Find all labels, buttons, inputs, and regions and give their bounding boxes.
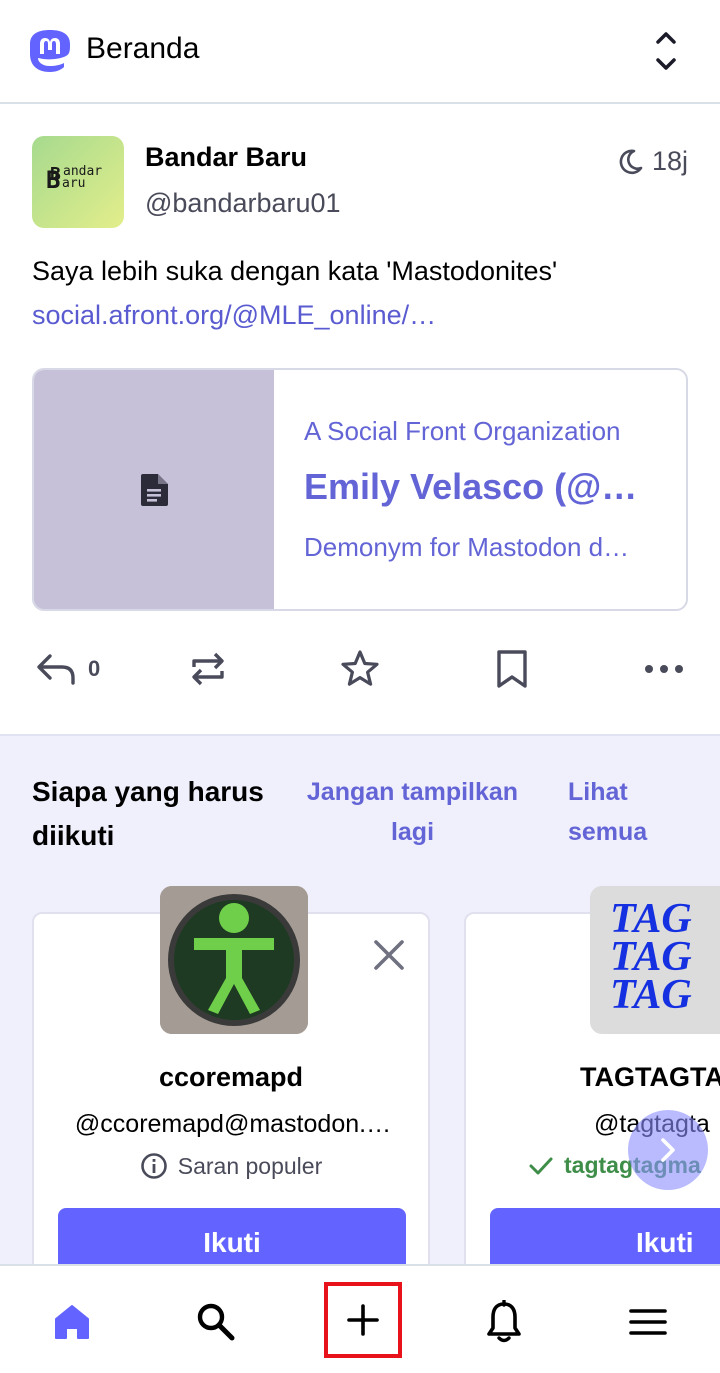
follow-button[interactable]: Ikuti bbox=[58, 1208, 406, 1264]
chevron-up-down-icon[interactable] bbox=[644, 28, 688, 74]
follow-suggestions: Siapa yang harus diikuti Jangan tampilka… bbox=[0, 736, 720, 1264]
follow-button[interactable]: Ikuti bbox=[490, 1208, 720, 1264]
chevron-right-icon bbox=[661, 1138, 675, 1162]
reply-button[interactable]: 0 bbox=[36, 644, 100, 694]
avatar[interactable]: Bandar Baru bbox=[32, 136, 124, 228]
nav-compose[interactable] bbox=[324, 1282, 402, 1358]
menu-icon bbox=[629, 1309, 667, 1335]
reply-count: 0 bbox=[88, 656, 101, 681]
moon-icon bbox=[619, 149, 643, 174]
favourite-button[interactable] bbox=[340, 644, 380, 694]
reply-icon bbox=[37, 654, 75, 685]
check-icon bbox=[529, 1157, 553, 1174]
post-link[interactable]: social.afront.org/@MLE_online/… bbox=[32, 300, 436, 331]
display-name[interactable]: Bandar Baru bbox=[145, 142, 307, 173]
suggestions-title: Siapa yang harus diikuti bbox=[32, 776, 264, 851]
carousel-next-button[interactable] bbox=[628, 1110, 708, 1190]
suggestion-reason-text: Saran populer bbox=[177, 1152, 323, 1179]
notifications-icon bbox=[487, 1300, 521, 1343]
star-icon bbox=[341, 650, 379, 686]
compose-icon bbox=[347, 1304, 379, 1336]
post-content: Saya lebih suka dengan kata 'Mastodonite… bbox=[32, 256, 558, 286]
avatar[interactable]: TAG TAG TAG bbox=[590, 886, 720, 1034]
card-source: A Social Front Organization bbox=[304, 416, 621, 446]
suggestion-reason: Saran populer bbox=[34, 1152, 428, 1180]
nav-home[interactable] bbox=[36, 1286, 108, 1358]
bookmark-button[interactable] bbox=[494, 644, 530, 694]
top-bar: Beranda bbox=[0, 0, 720, 104]
post-time-text: 18j bbox=[651, 146, 688, 176]
avatar-text: TAG TAG TAG bbox=[610, 896, 692, 1018]
nav-menu[interactable] bbox=[612, 1286, 684, 1358]
bookmark-icon bbox=[497, 650, 527, 688]
more-icon bbox=[645, 665, 683, 673]
avatar[interactable] bbox=[160, 886, 308, 1034]
avatar-word-aru: aru bbox=[62, 176, 86, 191]
post-timestamp[interactable]: 18j bbox=[616, 146, 688, 177]
link-preview-card[interactable]: A Social Front Organization Emily Velasc… bbox=[32, 368, 688, 611]
avatar-tag-line-2: TAG bbox=[610, 934, 692, 980]
boost-icon bbox=[192, 652, 224, 686]
page-title: Beranda bbox=[86, 32, 200, 65]
info-icon bbox=[140, 1153, 167, 1179]
account-handle: @ccoremapd@mastodon.… bbox=[74, 1110, 392, 1138]
card-thumbnail bbox=[34, 370, 274, 609]
document-icon bbox=[141, 474, 168, 506]
account-name[interactable]: ccoremapd bbox=[34, 1062, 428, 1093]
avatar-letter-b2: B bbox=[50, 164, 61, 185]
account-name[interactable]: TAGTAGTA bbox=[580, 1062, 720, 1093]
mastodon-logo[interactable] bbox=[26, 28, 74, 76]
dismiss-suggestions-link[interactable]: Jangan tampilkan lagi bbox=[300, 772, 525, 852]
search-icon bbox=[197, 1303, 235, 1341]
more-button[interactable] bbox=[644, 644, 684, 694]
card-description: Demonym for Mastodon d… bbox=[304, 532, 630, 562]
close-icon[interactable] bbox=[372, 938, 406, 972]
boost-button[interactable] bbox=[188, 644, 228, 694]
account-handle[interactable]: @bandarbaru01 bbox=[145, 188, 341, 219]
card-title: Emily Velasco (@… bbox=[304, 466, 638, 507]
accessibility-figure-icon bbox=[160, 886, 308, 1034]
see-all-link[interactable]: Lihat semua bbox=[568, 772, 678, 852]
suggestion-card[interactable]: TAG TAG TAG TAGTAGTA @tagtagta tagtagtag… bbox=[464, 886, 720, 1264]
avatar-tag-line-3: TAG bbox=[610, 972, 692, 1018]
nav-notifications[interactable] bbox=[468, 1286, 540, 1358]
avatar-tag-line-1: TAG bbox=[610, 896, 692, 942]
bottom-navigation bbox=[0, 1264, 720, 1373]
nav-search[interactable] bbox=[180, 1286, 252, 1358]
post-actions: 0 bbox=[0, 644, 720, 694]
suggestion-card[interactable]: ccoremapd @ccoremapd@mastodon.… Saran po… bbox=[32, 886, 430, 1264]
status-post[interactable]: Bandar Baru Bandar Baru @bandarbaru01 18… bbox=[0, 104, 720, 736]
home-icon bbox=[55, 1305, 89, 1339]
avatar-text: Bandar Baru bbox=[46, 164, 102, 194]
